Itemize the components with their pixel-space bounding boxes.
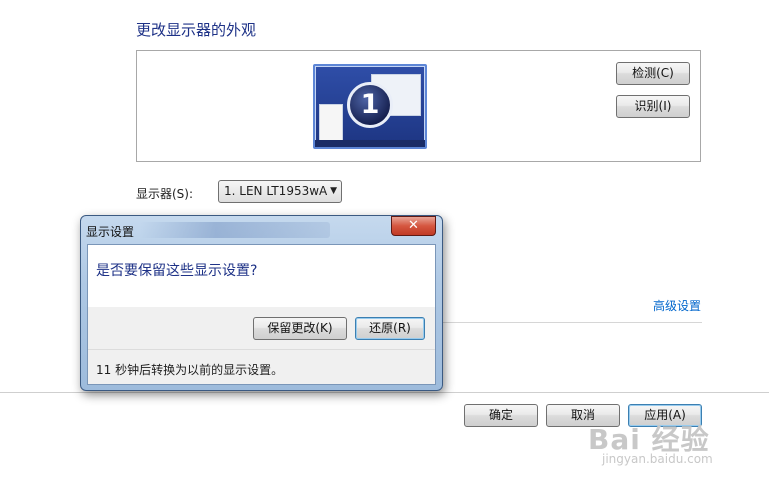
bottom-divider — [0, 392, 769, 393]
dialog-message: 是否要保留这些显示设置? — [96, 263, 258, 279]
revert-button[interactable]: 还原(R) — [355, 317, 425, 340]
monitor-preview-window-small — [319, 104, 343, 142]
chevron-down-icon: ▼ — [330, 186, 337, 196]
monitor-1-thumbnail[interactable]: 1 — [313, 64, 427, 149]
divider — [440, 322, 702, 323]
keep-changes-button[interactable]: 保留更改(K) — [253, 317, 347, 340]
watermark-url: jingyan.baidu.com — [602, 452, 713, 466]
ok-button[interactable]: 确定 — [464, 404, 538, 427]
countdown-text: 11 秒钟后转换为以前的显示设置。 — [96, 363, 284, 377]
display-select-value: 1. LEN LT1953wA — [224, 184, 328, 198]
detect-button[interactable]: 检测(C) — [616, 62, 690, 85]
dialog-divider — [88, 349, 435, 350]
title-blur — [140, 222, 330, 238]
monitor-number-badge: 1 — [347, 82, 393, 128]
dialog-title: 显示设置 — [86, 225, 135, 239]
identify-button[interactable]: 识别(I) — [616, 95, 690, 118]
monitor-preview-taskbar — [315, 140, 425, 147]
display-select[interactable]: 1. LEN LT1953wA ▼ — [218, 180, 342, 203]
advanced-settings-link[interactable]: 高级设置 — [653, 297, 701, 314]
display-select-label: 显示器(S): — [136, 187, 194, 201]
close-icon[interactable]: ✕ — [391, 216, 436, 236]
page-title: 更改显示器的外观 — [136, 21, 257, 39]
